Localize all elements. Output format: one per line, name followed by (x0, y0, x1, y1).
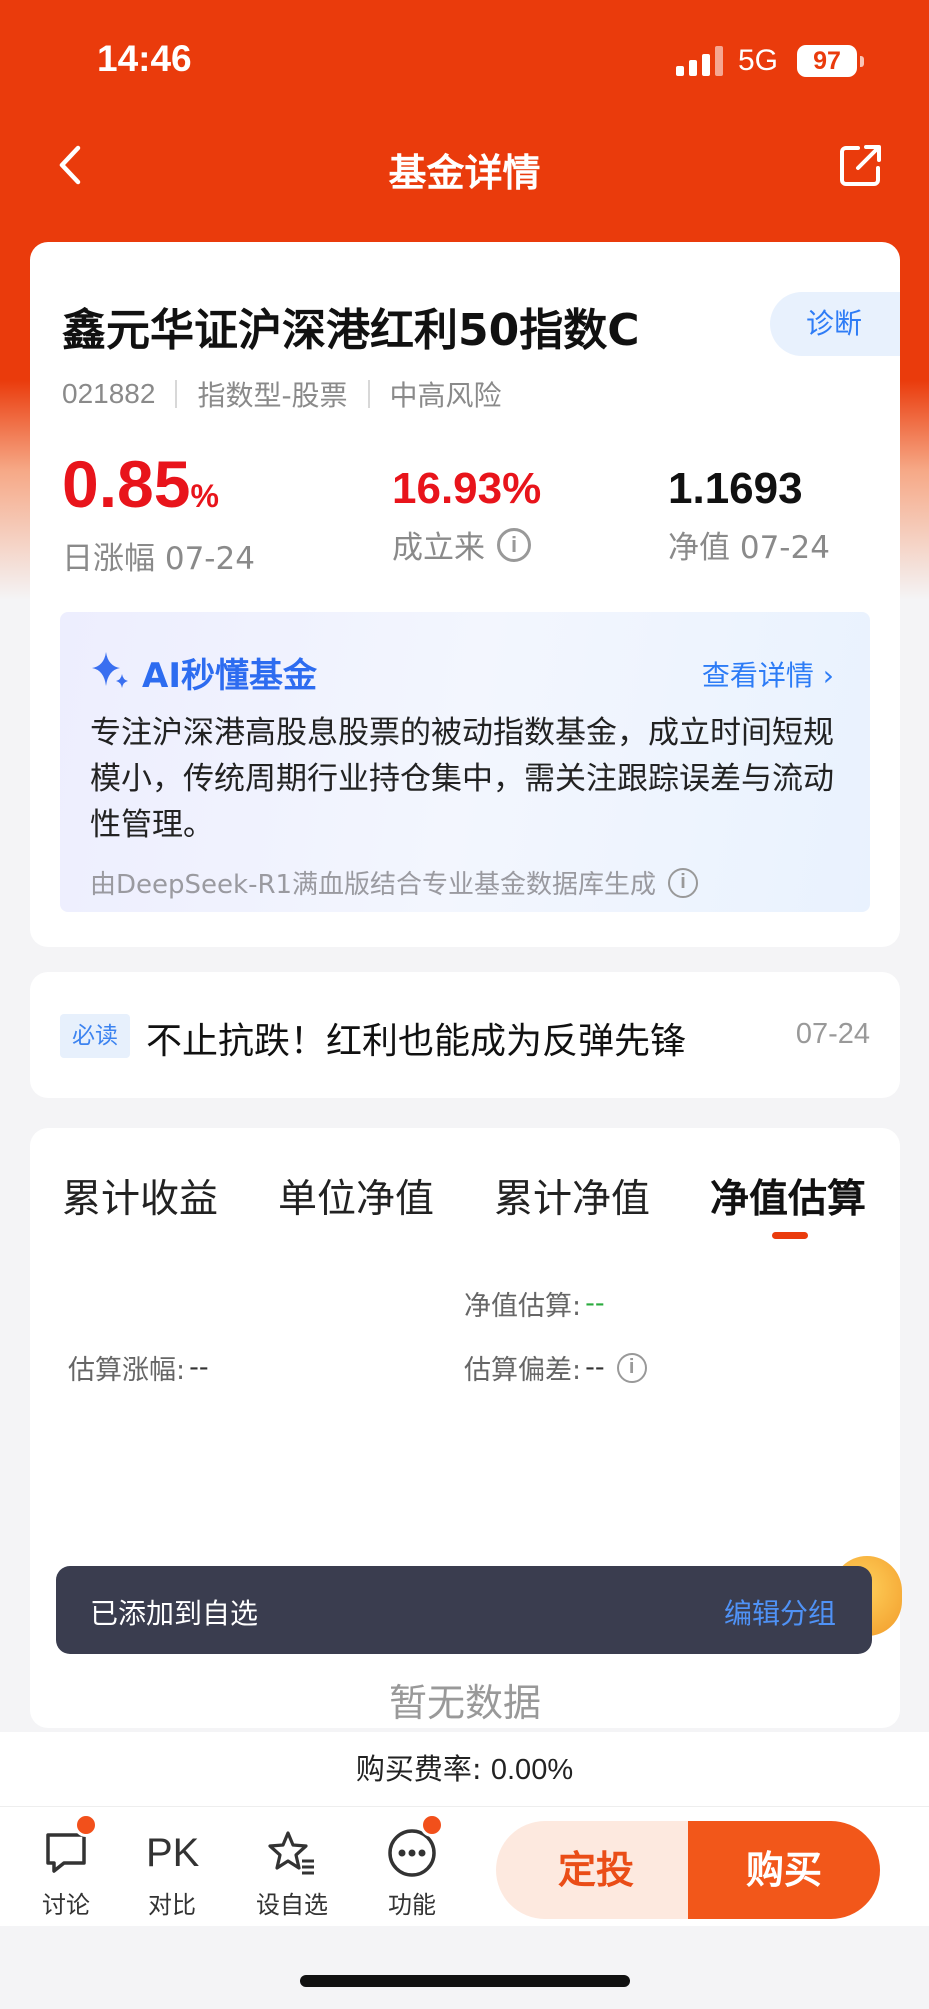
more-dots-icon (386, 1813, 444, 1879)
signal-strength-icon (676, 46, 724, 76)
info-icon[interactable]: i (616, 1352, 647, 1383)
estimate-change-row: 估算涨幅: -- (68, 1348, 209, 1387)
daily-change-value: 0.85 (62, 447, 191, 521)
estimate-deviation-label: 估算偏差: (464, 1355, 582, 1386)
ai-summary-text: 专注沪深港高股息股票的被动指数基金，成立时间短规模小，传统周期行业持仓集中，需关… (90, 715, 834, 843)
fund-name: 鑫元华证沪深港红利50指数C (62, 305, 640, 356)
home-indicator (300, 1975, 630, 1987)
bottom-action-bar: 讨论 PK 对比 设自选 功能 定投 购买 (0, 1806, 929, 1926)
notification-dot (420, 1813, 444, 1837)
more-functions-label: 功能 (388, 1891, 436, 1919)
toast: 已添加到自选 编辑分组 (56, 1566, 872, 1654)
tab-nav-estimate[interactable]: 净值估算 (710, 1168, 866, 1224)
status-bar: 14:46 5G 97 (0, 0, 929, 110)
pk-icon: PK (146, 1831, 200, 1875)
share-icon[interactable] (836, 140, 886, 190)
fund-summary-card: 鑫元华证沪深港红利50指数C 诊断 021882 指数型-股票 中高风险 0.8… (30, 242, 900, 947)
nav-metric: 1.1693 净值 07-24 (668, 464, 830, 567)
fee-label: 购买费率: (355, 1752, 482, 1786)
info-icon[interactable]: i (497, 527, 531, 562)
tab-unit-nav[interactable]: 单位净值 (278, 1168, 434, 1224)
fee-value: 0.00% (490, 1754, 574, 1786)
estimate-deviation-row: 估算偏差: -- i (464, 1348, 647, 1387)
ai-source-text: 由DeepSeek-R1满血版结合专业基金数据库生成 (90, 870, 657, 900)
news-title: 不止抗跌！红利也能成为反弹先锋 (146, 1021, 687, 1062)
since-inception-value: 16.93% (392, 464, 542, 513)
estimate-deviation-value: -- (585, 1352, 605, 1383)
news-card[interactable]: 必读 不止抗跌！红利也能成为反弹先锋 07-24 (30, 972, 900, 1098)
estimate-change-label: 估算涨幅: (68, 1355, 186, 1386)
nav-label: 净值 07-24 (668, 530, 830, 566)
estimate-change-value: -- (189, 1352, 209, 1383)
fund-meta: 021882 指数型-股票 中高风险 (62, 374, 502, 414)
daily-change-label: 日涨幅 07-24 (62, 541, 255, 577)
notification-dot (74, 1813, 98, 1837)
active-tab-indicator (772, 1232, 808, 1239)
fund-type: 指数型-股票 (197, 379, 348, 412)
since-inception-label: 成立来 (392, 530, 485, 566)
add-watchlist-label: 设自选 (256, 1891, 328, 1919)
nav-value: 1.1693 (668, 464, 803, 513)
page-title: 基金详情 (388, 151, 541, 195)
no-data-text: 暂无数据 (388, 1681, 541, 1725)
nav-estimate-value: -- (585, 1288, 605, 1319)
must-read-tag: 必读 (60, 1014, 130, 1058)
nav-bar: 基金详情 (0, 130, 929, 200)
discuss-button[interactable]: 讨论 (16, 1813, 116, 1920)
nav-estimate-label: 净值估算: (464, 1291, 582, 1322)
view-details-link[interactable]: 查看详情 › (702, 654, 834, 694)
since-inception-label-row[interactable]: 成立来 i (392, 522, 541, 567)
info-icon[interactable]: i (668, 867, 699, 898)
fund-code: 021882 (62, 378, 156, 409)
divider (175, 380, 178, 408)
edit-group-link[interactable]: 编辑分组 (724, 1592, 836, 1632)
sparkle-icon (88, 648, 132, 692)
battery-tip (860, 56, 864, 67)
star-list-icon (266, 1827, 318, 1879)
since-inception-metric: 16.93% 成立来 i (392, 464, 541, 567)
compare-label: 对比 (148, 1891, 196, 1919)
nav-estimate-row: 净值估算: -- (464, 1284, 605, 1323)
sip-button[interactable]: 定投 (496, 1821, 696, 1919)
daily-change-metric: 0.85% 日涨幅 07-24 (62, 447, 255, 578)
chat-bubble-icon (40, 1813, 98, 1879)
divider (367, 380, 370, 408)
compare-button[interactable]: PK 对比 (122, 1827, 222, 1920)
tab-accumulated-nav[interactable]: 累计净值 (494, 1168, 650, 1224)
ai-title: AI秒懂基金 (142, 656, 317, 696)
discuss-label: 讨论 (42, 1891, 90, 1919)
status-time: 14:46 (97, 38, 192, 79)
buy-button[interactable]: 购买 (688, 1821, 880, 1919)
toast-message: 已添加到自选 (90, 1597, 259, 1630)
more-functions-button[interactable]: 功能 (362, 1813, 462, 1920)
tab-cumulative-return[interactable]: 累计收益 (62, 1168, 218, 1224)
daily-change-unit: % (190, 478, 219, 514)
add-watchlist-button[interactable]: 设自选 (242, 1827, 342, 1920)
purchase-fee-bar: 购买费率: 0.00% (0, 1732, 929, 1806)
network-type: 5G (738, 44, 779, 77)
news-date: 07-24 (795, 1018, 870, 1050)
fund-risk: 中高风险 (389, 379, 502, 412)
battery-icon: 97 (797, 45, 857, 77)
ai-summary-box: AI秒懂基金 查看详情 › 专注沪深港高股息股票的被动指数基金，成立时间短规模小… (60, 612, 870, 912)
ai-source-note: 由DeepSeek-R1满血版结合专业基金数据库生成 i (90, 864, 699, 901)
diagnose-button[interactable]: 诊断 (770, 292, 900, 356)
